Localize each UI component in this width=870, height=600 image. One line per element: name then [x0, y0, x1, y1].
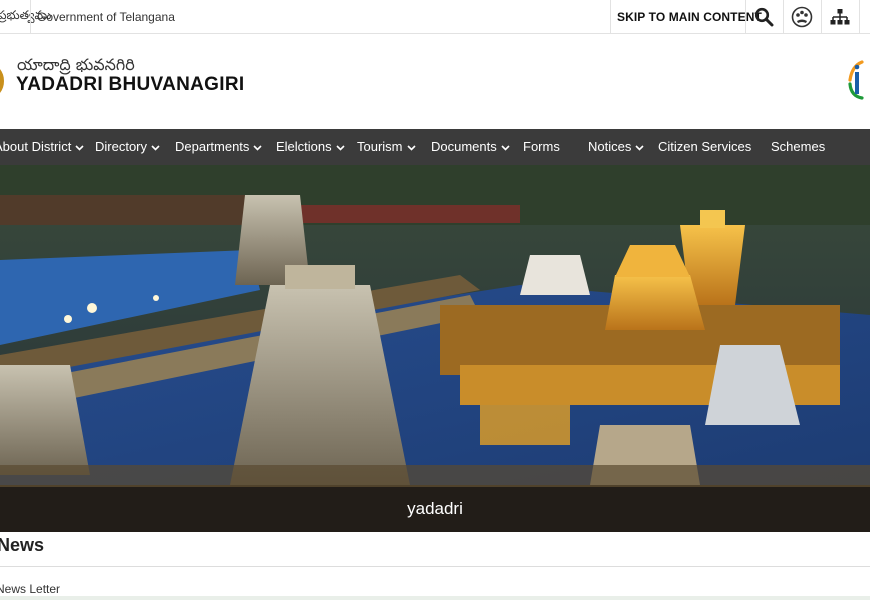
chevron-down-icon — [151, 144, 160, 151]
temple-photo — [0, 165, 870, 532]
nav-label: Directory — [95, 139, 148, 154]
chevron-down-icon — [336, 144, 345, 151]
nav-label: About District — [0, 139, 72, 154]
nav-label: Schemes — [771, 139, 826, 154]
nav-item-citizen-services[interactable]: Citizen Services — [658, 129, 751, 165]
nav-item-tourism[interactable]: Tourism — [357, 129, 416, 165]
nav-label: Documents — [431, 139, 497, 154]
nav-item-elections[interactable]: Elelctions — [276, 129, 345, 165]
district-emblem-logo[interactable] — [0, 61, 4, 101]
chevron-down-icon — [635, 144, 644, 151]
nav-item-forms[interactable]: Forms — [523, 129, 560, 165]
section-strip — [0, 596, 870, 600]
site-header: యాదాద్రి భువనగిరి YADADRI BHUVANAGIRI — [0, 34, 870, 129]
sitemap-icon — [830, 8, 850, 24]
nav-item-directory[interactable]: Directory — [95, 129, 160, 165]
sitemap-button[interactable] — [822, 0, 858, 33]
nav-label: Forms — [523, 139, 560, 154]
nav-label: Tourism — [357, 139, 403, 154]
accessibility-button[interactable] — [784, 0, 820, 33]
chevron-down-icon — [501, 144, 510, 151]
nav-label: Notices — [588, 139, 632, 154]
main-navigation: About District Directory Departments Ele… — [0, 129, 870, 165]
government-of-telangana-link[interactable]: Government of Telangana — [37, 10, 175, 24]
nav-item-departments[interactable]: Departments — [175, 129, 262, 165]
divider — [610, 0, 611, 33]
chevron-down-icon — [75, 144, 84, 151]
nav-item-schemes[interactable]: Schemes — [771, 129, 825, 165]
accessibility-icon — [791, 6, 813, 27]
divider — [30, 0, 31, 33]
chevron-down-icon — [406, 144, 416, 151]
nav-item-notices[interactable]: Notices — [588, 129, 644, 165]
banner-caption: yadadri — [407, 499, 463, 518]
hero-banner-slide[interactable] — [0, 165, 870, 532]
nav-label: Citizen Services — [658, 139, 752, 154]
digital-india-logo[interactable] — [846, 56, 870, 102]
nav-item-about-district[interactable]: About District — [0, 129, 84, 165]
search-button[interactable] — [746, 0, 782, 33]
nav-label: Departments — [175, 139, 250, 154]
site-title[interactable]: YADADRI BHUVANAGIRI — [16, 74, 244, 96]
divider — [859, 0, 860, 33]
news-section-title: News — [0, 535, 45, 555]
search-icon — [754, 7, 774, 26]
nav-label: Elelctions — [276, 139, 332, 154]
chevron-down-icon — [253, 144, 262, 151]
nav-item-documents[interactable]: Documents — [431, 129, 510, 165]
divider — [0, 566, 870, 567]
top-utility-bar: ప్రభుత్వము Government of Telangana SKIP … — [0, 0, 870, 34]
news-item-link[interactable]: News Letter — [0, 582, 60, 596]
skip-to-main-content-link[interactable]: SKIP TO MAIN CONTENT — [617, 10, 762, 24]
